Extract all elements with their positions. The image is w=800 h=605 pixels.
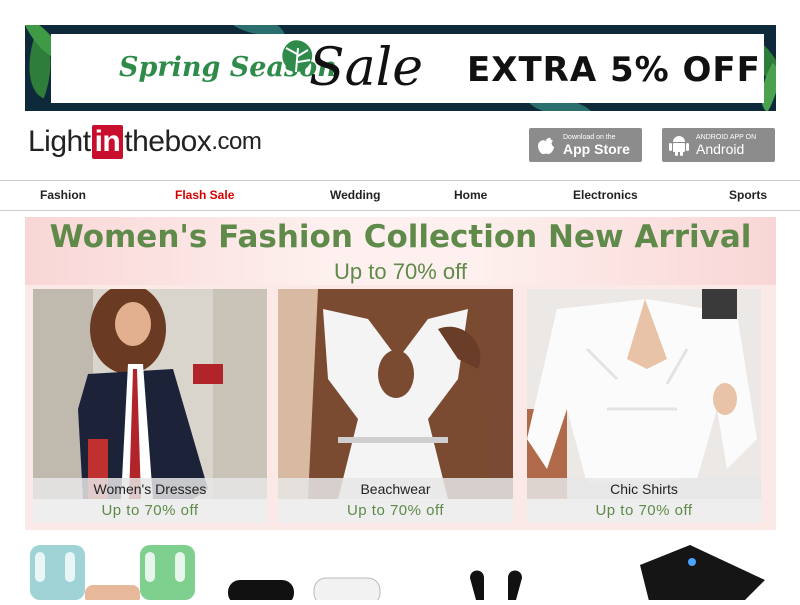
promo-header: Women's Fashion Collection New Arrival U… [25,217,776,285]
womens-fashion-promo[interactable]: Women's Fashion Collection New Arrival U… [25,217,776,530]
android-icon [668,134,690,156]
app-store-large-text: App Store [563,140,630,157]
logo-light: Light [28,125,91,158]
nav-item-electronics[interactable]: Electronics [573,188,638,202]
app-store-button[interactable]: Download on the App Store [529,128,642,162]
logo-in: in [91,125,124,159]
nav-item-home[interactable]: Home [454,188,487,202]
spring-sale-banner[interactable]: Spring Season Sale EXTRA 5% OFF [25,25,776,111]
nav-item-flash-sale[interactable]: Flash Sale [175,188,234,202]
category-card-beachwear[interactable]: Beachwear Up to 70% off [278,289,513,523]
earbuds-images [30,545,765,605]
card-offer: Up to 70% off [527,499,761,523]
apple-icon [535,134,557,156]
site-logo[interactable]: Light in thebox .com [28,122,262,162]
category-card-chic-shirts[interactable]: Chic Shirts Up to 70% off [527,289,761,523]
card-label: Chic Shirts [527,478,761,500]
electronics-product-strip[interactable] [0,540,800,605]
promo-title: Women's Fashion Collection New Arrival [49,219,752,255]
promo-subtitle: Up to 70% off [334,259,467,284]
card-label: Beachwear [278,478,513,500]
card-offer: Up to 70% off [33,499,267,523]
main-nav: Fashion Flash Sale Wedding Home Electron… [0,180,800,211]
logo-com: .com [211,128,262,155]
chic-shirts-image [527,289,761,499]
logo-thebox: thebox [124,125,212,158]
banner-offer-text: EXTRA 5% OFF [467,50,761,90]
nav-item-sports[interactable]: Sports [729,188,767,202]
android-app-button[interactable]: ANDROID APP ON Android [662,128,775,162]
beachwear-image [278,289,513,499]
banner-sale-text: Sale [309,38,424,98]
nav-item-wedding[interactable]: Wedding [330,188,380,202]
category-card-womens-dresses[interactable]: Women's Dresses Up to 70% off [33,289,267,523]
card-label: Women's Dresses [33,478,267,500]
android-large-text: Android [696,140,745,157]
card-offer: Up to 70% off [278,499,513,523]
banner-panel: Spring Season Sale EXTRA 5% OFF [51,34,764,103]
nav-item-fashion[interactable]: Fashion [40,188,86,202]
womens-dresses-image [33,289,267,499]
